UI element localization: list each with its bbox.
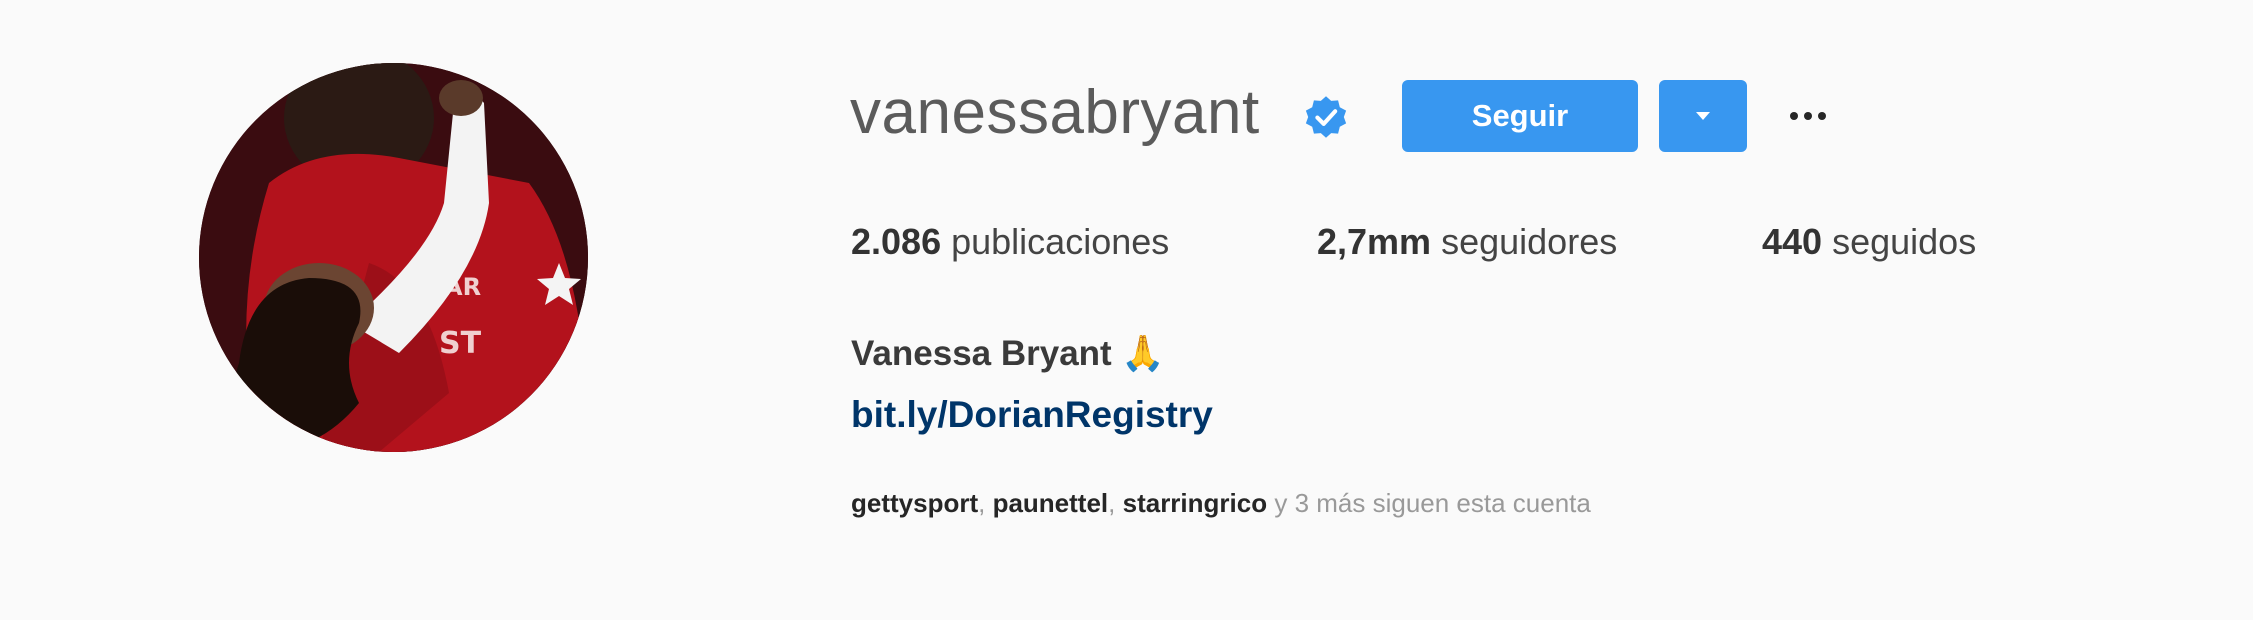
- more-options-icon: [1804, 112, 1812, 120]
- posts-stat: 2.086 publicaciones: [851, 224, 1169, 260]
- more-options-icon: [1790, 112, 1798, 120]
- svg-text:ST: ST: [439, 326, 482, 361]
- profile-username: vanessabryant: [850, 78, 1260, 147]
- follow-dropdown-button[interactable]: [1659, 80, 1747, 152]
- following-count: 440: [1762, 221, 1823, 262]
- follow-button[interactable]: Seguir: [1402, 80, 1638, 152]
- followed-by-separator: ,: [1108, 488, 1123, 518]
- profile-full-name: Vanessa Bryant 🙏: [851, 334, 1166, 373]
- profile-avatar[interactable]: AR ST: [199, 63, 588, 452]
- posts-label: publicaciones: [951, 221, 1170, 262]
- followed-by-account[interactable]: starringrico: [1123, 488, 1268, 518]
- followed-by-text[interactable]: gettysport, paunettel, starringrico y 3 …: [851, 488, 1591, 519]
- avatar-photo: AR ST: [199, 63, 588, 452]
- more-options-button[interactable]: [1780, 96, 1836, 136]
- followers-count: 2,7mm: [1317, 221, 1432, 262]
- chevron-down-icon: [1696, 112, 1710, 120]
- more-options-icon: [1818, 112, 1826, 120]
- bio-link[interactable]: bit.ly/DorianRegistry: [851, 394, 1213, 436]
- followers-stat[interactable]: 2,7mm seguidores: [1317, 224, 1617, 260]
- followed-by-separator: ,: [978, 488, 993, 518]
- following-stat[interactable]: 440 seguidos: [1762, 224, 1976, 260]
- verified-badge-icon: [1305, 96, 1347, 138]
- followed-by-account[interactable]: paunettel: [993, 488, 1109, 518]
- followed-by-account[interactable]: gettysport: [851, 488, 978, 518]
- followers-label: seguidores: [1441, 221, 1618, 262]
- following-label: seguidos: [1832, 221, 1977, 262]
- posts-count: 2.086: [851, 221, 942, 262]
- followed-by-suffix: y 3 más siguen esta cuenta: [1274, 488, 1591, 518]
